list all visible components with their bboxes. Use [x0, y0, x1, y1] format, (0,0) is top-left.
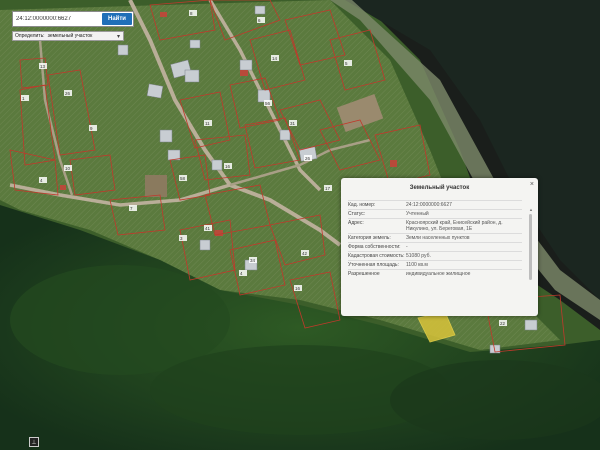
- parcel-number-label: 58: [180, 176, 186, 181]
- close-icon[interactable]: ×: [530, 181, 534, 188]
- parcel-number-label: 42: [302, 251, 308, 256]
- find-button[interactable]: Найти: [102, 13, 132, 25]
- cadastral-search-bar: Найти: [12, 11, 134, 27]
- define-select[interactable]: Определить: земельный участок ▾: [12, 31, 124, 41]
- popup-rows: Кад. номер: 24:12:0000000:6627 Статус: Учт…: [348, 200, 522, 312]
- info-value: 24:12:0000000:6627: [406, 202, 452, 208]
- info-key: Категория земель:: [348, 235, 391, 241]
- info-value: 1100 кв.м: [406, 262, 428, 268]
- info-value: индивидуальное жилищное: [406, 271, 471, 277]
- info-key: Статус:: [348, 211, 366, 217]
- info-value: Учтенный: [406, 211, 429, 217]
- define-value: земельный участок: [47, 33, 93, 39]
- parcel-info-popup: Земельный участок × Кад. номер: 24:12:000…: [341, 178, 538, 316]
- scroll-up-icon[interactable]: ▲: [529, 207, 533, 212]
- info-row: Уточненная площадь: 1100 кв.м: [348, 260, 522, 269]
- legend-icon[interactable]: ⊥: [29, 437, 39, 447]
- parcel-number-label: 26: [305, 156, 311, 161]
- info-value: Земли населенных пунктов: [406, 235, 470, 241]
- info-value: Красноярский край, Енисейский район, д. …: [406, 220, 503, 232]
- info-value: -: [406, 244, 408, 250]
- parcel-number-label: 10: [65, 166, 71, 171]
- info-key: Кад. номер:: [348, 202, 376, 208]
- parcel-number-label: 26: [65, 91, 71, 96]
- info-key: Уточненная площадь:: [348, 262, 399, 268]
- info-key: Адрес:: [348, 220, 364, 226]
- info-row: Категория земель: Земли населенных пункто…: [348, 233, 522, 242]
- parcel-number-label: 31: [290, 121, 296, 126]
- parcel-number-label: 17: [325, 186, 331, 191]
- info-value: 51080 руб.: [406, 253, 431, 259]
- parcel-number-label: 16: [225, 164, 231, 169]
- info-row: Разрешенное индивидуальное жилищное: [348, 269, 522, 278]
- info-key: Кадастровая стоимость:: [348, 253, 405, 259]
- parcel-number-label: 11: [205, 121, 210, 126]
- popup-scrollbar[interactable]: [529, 214, 532, 280]
- info-key: Форма собственности:: [348, 244, 401, 250]
- info-key: Разрешенное: [348, 271, 380, 277]
- parcel-number-label: 41: [205, 226, 211, 231]
- info-row: Статус: Учтенный: [348, 209, 522, 218]
- parcel-number-label: 22: [500, 321, 506, 326]
- parcel-number-label: 56: [265, 101, 271, 106]
- cadastral-number-input[interactable]: [13, 13, 101, 25]
- parcel-number-label: 14: [272, 56, 278, 61]
- info-row: Кадастровая стоимость: 51080 руб.: [348, 251, 522, 260]
- define-label: Определить:: [15, 33, 45, 39]
- parcel-number-label: 34: [250, 258, 256, 263]
- info-row: Адрес: Красноярский край, Енисейский райо…: [348, 218, 522, 233]
- chevron-down-icon: ▾: [116, 34, 120, 40]
- parcel-number-label: 16: [295, 286, 301, 291]
- parcel-number-label: 13: [40, 64, 46, 69]
- info-row: Кад. номер: 24:12:0000000:6627: [348, 200, 522, 209]
- popup-title: Земельный участок: [409, 185, 470, 191]
- info-row: Форма собственности: -: [348, 242, 522, 251]
